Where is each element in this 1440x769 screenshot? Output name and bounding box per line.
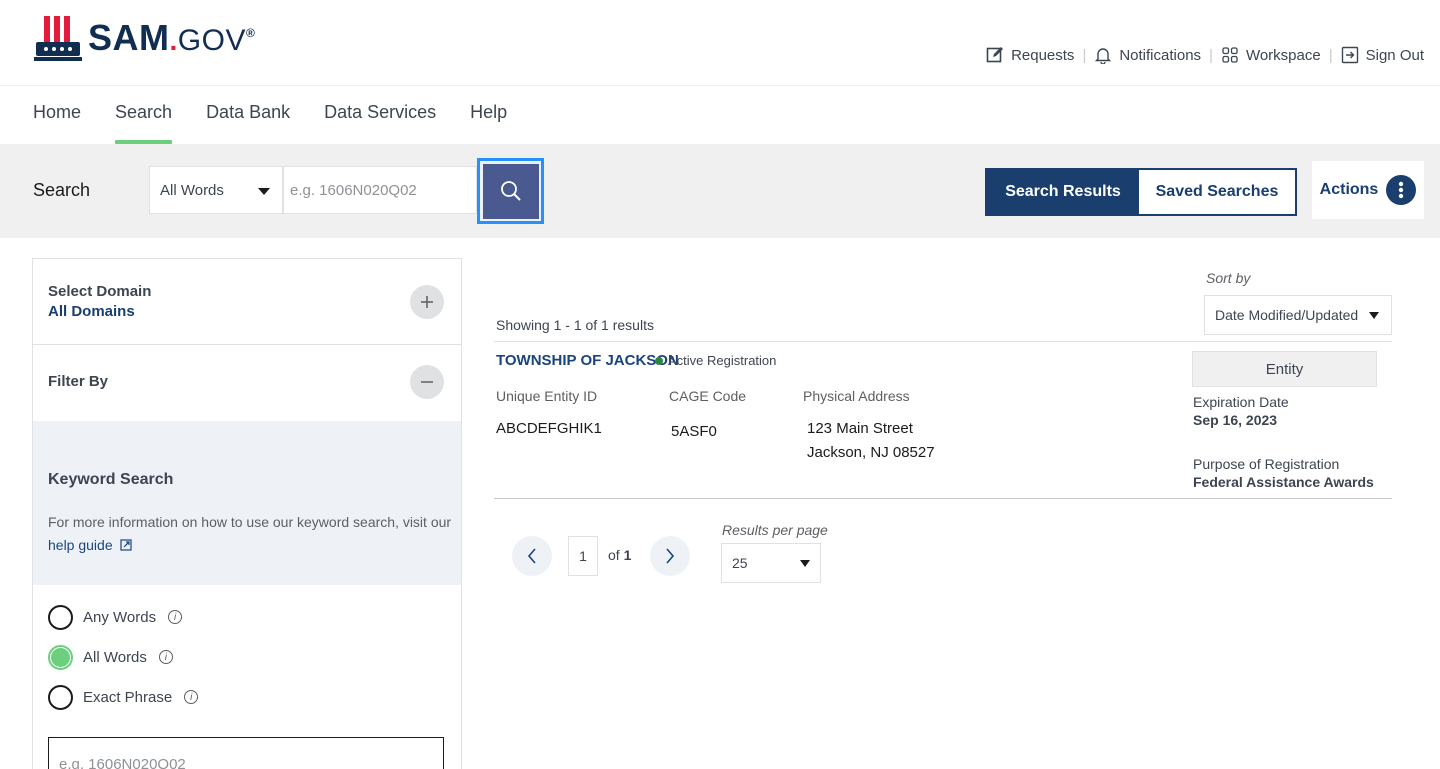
domain-value: All Domains bbox=[48, 303, 135, 320]
entity-type-tag: Entity bbox=[1192, 351, 1377, 387]
keyword-search-panel: Keyword Search For more information on h… bbox=[33, 421, 461, 585]
search-button-focus-ring bbox=[477, 158, 544, 224]
results-per-page-select[interactable]: 25 bbox=[721, 543, 821, 583]
sort-select[interactable]: Date Modified/Updated bbox=[1204, 295, 1392, 335]
radio-exact-phrase[interactable]: Exact Phrase i bbox=[48, 677, 199, 717]
results-count: Showing 1 - 1 of 1 results bbox=[496, 317, 654, 333]
main-nav: Home Search Data Bank Data Services Help bbox=[33, 102, 507, 144]
radio-all-words[interactable]: All Words i bbox=[48, 637, 198, 677]
results-toggle: Search Results Saved Searches bbox=[985, 168, 1297, 216]
address-label: Physical Address bbox=[803, 388, 910, 404]
edit-icon bbox=[986, 47, 1004, 63]
result-entity-name-link[interactable]: TOWNSHIP OF JACKSON bbox=[496, 352, 679, 369]
sign-out-icon bbox=[1341, 46, 1358, 64]
workspace-link[interactable]: Workspace bbox=[1221, 46, 1321, 64]
sort-label: Sort by bbox=[1206, 270, 1251, 286]
radio-any-words[interactable]: Any Words i bbox=[48, 597, 198, 637]
logo-text: SAM.GOV® bbox=[88, 17, 256, 58]
caret-down-icon bbox=[258, 188, 270, 195]
cage-label: CAGE Code bbox=[669, 388, 747, 404]
search-results-tab[interactable]: Search Results bbox=[987, 170, 1139, 214]
help-guide-link[interactable]: help guide bbox=[48, 537, 132, 553]
address-line1: 123 Main Street bbox=[807, 420, 913, 437]
status-dot-icon bbox=[655, 356, 663, 365]
requests-link[interactable]: Requests bbox=[986, 46, 1074, 64]
saved-searches-tab[interactable]: Saved Searches bbox=[1139, 170, 1295, 214]
next-page-button[interactable] bbox=[650, 536, 690, 576]
search-label: Search bbox=[33, 180, 91, 200]
caret-down-icon bbox=[1369, 312, 1379, 319]
notifications-link[interactable]: Notifications bbox=[1094, 46, 1201, 64]
cage-value: 5ASF0 bbox=[671, 423, 717, 440]
divider bbox=[494, 341, 1392, 342]
page-number-input[interactable] bbox=[568, 536, 598, 576]
nav-search[interactable]: Search bbox=[115, 102, 173, 144]
search-button[interactable] bbox=[482, 163, 539, 219]
filter-by-panel: Filter By bbox=[33, 345, 461, 421]
keyword-info: For more information on how to use our k… bbox=[48, 514, 452, 553]
more-vertical-icon bbox=[1386, 175, 1417, 205]
chevron-right-icon bbox=[666, 548, 675, 564]
info-icon[interactable]: i bbox=[168, 610, 183, 624]
search-bar: Search All Words Search Results Saved Se… bbox=[0, 144, 1440, 238]
nav-home[interactable]: Home bbox=[33, 102, 81, 142]
info-icon[interactable]: i bbox=[158, 650, 173, 664]
caret-down-icon bbox=[800, 560, 810, 567]
sign-out-link[interactable]: Sign Out bbox=[1341, 46, 1424, 64]
radio-button-checked[interactable] bbox=[48, 644, 73, 670]
domain-title: Select Domain bbox=[48, 283, 152, 300]
grid-icon bbox=[1222, 47, 1238, 63]
search-icon bbox=[500, 181, 521, 201]
page-total: of 1 bbox=[608, 547, 632, 563]
filter-title: Filter By bbox=[48, 373, 109, 390]
collapse-filter-button[interactable] bbox=[410, 365, 444, 399]
util-separator: | bbox=[1328, 46, 1333, 64]
actions-label: Actions bbox=[1319, 181, 1379, 198]
minus-icon bbox=[421, 381, 433, 383]
filter-sidebar: Select Domain All Domains Filter By Keyw… bbox=[32, 258, 462, 769]
search-input[interactable] bbox=[283, 166, 477, 214]
utility-nav: Requests | Notifications | Workspace | S… bbox=[986, 46, 1424, 64]
util-separator: | bbox=[1082, 46, 1087, 64]
sam-gov-logo[interactable]: SAM.GOV® bbox=[34, 10, 255, 66]
chevron-left-icon bbox=[527, 548, 536, 564]
uei-value: ABCDEFGHIK1 bbox=[496, 420, 602, 437]
select-domain-panel: Select Domain All Domains bbox=[33, 259, 461, 345]
keyword-input[interactable]: e.g. 1606N020Q02 bbox=[48, 737, 444, 769]
keyword-mode-radios: Any Words i All Words i Exact Phrase i bbox=[48, 597, 199, 717]
nav-data-services[interactable]: Data Services bbox=[324, 102, 436, 142]
search-mode-value: All Words bbox=[160, 181, 224, 199]
radio-button[interactable] bbox=[48, 684, 73, 710]
divider bbox=[494, 498, 1392, 499]
search-mode-select[interactable]: All Words bbox=[149, 166, 283, 214]
external-link-icon bbox=[119, 539, 132, 551]
address-line2: Jackson, NJ 08527 bbox=[807, 444, 935, 461]
nav-data-bank[interactable]: Data Bank bbox=[206, 102, 290, 142]
info-icon[interactable]: i bbox=[184, 690, 199, 704]
purpose-value: Federal Assistance Awards bbox=[1193, 474, 1374, 490]
plus-icon bbox=[421, 296, 433, 308]
util-separator: | bbox=[1209, 46, 1213, 64]
uncle-sam-hat-icon bbox=[34, 16, 82, 61]
previous-page-button[interactable] bbox=[512, 536, 552, 576]
keyword-title: Keyword Search bbox=[48, 471, 174, 488]
uei-label: Unique Entity ID bbox=[496, 388, 598, 404]
site-header: SAM.GOV® Requests | Notifications | Work… bbox=[0, 0, 1440, 86]
expiration-label: Expiration Date bbox=[1193, 394, 1289, 410]
actions-menu-button[interactable]: Actions bbox=[1312, 161, 1424, 219]
expand-domain-button[interactable] bbox=[410, 285, 444, 319]
status-badge: Active Registration bbox=[655, 353, 776, 368]
bell-icon bbox=[1095, 48, 1112, 64]
expiration-value: Sep 16, 2023 bbox=[1193, 412, 1278, 428]
results-per-page-label: Results per page bbox=[722, 522, 828, 538]
purpose-label: Purpose of Registration bbox=[1193, 456, 1340, 472]
radio-button[interactable] bbox=[48, 604, 73, 630]
nav-help[interactable]: Help bbox=[470, 102, 507, 142]
